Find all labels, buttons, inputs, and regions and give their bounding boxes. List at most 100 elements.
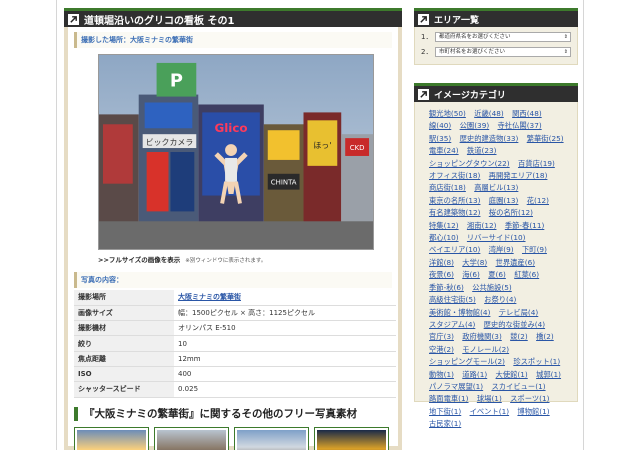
category-link[interactable]: 海(6)	[462, 270, 480, 279]
category-link[interactable]: 近畿(48)	[474, 109, 504, 118]
category-link[interactable]: 競(2)	[510, 332, 528, 341]
category-link[interactable]: 湘南(12)	[467, 221, 497, 230]
category-link[interactable]: 寺社仏閣(37)	[498, 121, 542, 130]
category-link[interactable]: 博物館(1)	[517, 407, 549, 416]
detail-value-link[interactable]: 大阪ミナミの繁華街	[174, 290, 396, 306]
category-link[interactable]: テレビ局(4)	[499, 308, 539, 317]
category-link[interactable]: 官庁(3)	[429, 332, 454, 341]
category-link[interactable]: 球場(1)	[477, 394, 502, 403]
street-scene-image: P ビックカメラ Glico CHINTA ほっ' CKD	[99, 55, 373, 249]
category-link[interactable]: 高層ビル(13)	[474, 183, 518, 192]
image-category-header: イメージカテゴリ	[414, 83, 578, 102]
area-list-panel: エリア一覧 1． 都道府県名をお選びください ⇕ 2． 市町村名をお選びください…	[414, 8, 578, 65]
category-link[interactable]: 季節-秋(6)	[429, 283, 464, 292]
detail-row: 撮影場所 大阪ミナミの繁華街	[74, 290, 396, 306]
category-link[interactable]: パノラマ展望(1)	[429, 382, 483, 391]
category-link[interactable]: ショッピングタウン(22)	[429, 159, 510, 168]
category-link[interactable]: 電車(24)	[429, 146, 459, 155]
detail-key: 絞り	[74, 335, 174, 352]
category-list: 観光地(50) 近畿(48) 関西(48) 線(40) 公園(39) 寺社仏閣(…	[414, 102, 578, 428]
category-link[interactable]: 美術館・博物館(4)	[429, 308, 490, 317]
category-link[interactable]: 季節-春(11)	[505, 221, 545, 230]
image-category-panel: イメージカテゴリ 観光地(50) 近畿(48) 関西(48) 線(40) 公園(…	[414, 83, 578, 428]
category-link[interactable]: 観光地(50)	[429, 109, 466, 118]
city-select[interactable]: 市町村名をお選びください ⇕	[435, 47, 571, 57]
category-link[interactable]: 紅葉(6)	[514, 270, 539, 279]
category-link[interactable]: 庭園(13)	[489, 196, 519, 205]
category-link[interactable]: 繁華街(25)	[527, 134, 564, 143]
city-select-value: 市町村名をお選びください	[439, 49, 506, 55]
category-link[interactable]: 駅(35)	[429, 134, 451, 143]
related-thumbnails	[74, 426, 392, 450]
detail-value: 12mm	[174, 351, 396, 367]
category-link[interactable]: 桜の名所(12)	[489, 208, 533, 217]
related-thumbnail[interactable]	[234, 426, 309, 450]
category-link[interactable]: 珍スポット(1)	[513, 357, 560, 366]
category-link[interactable]: 鉄道(23)	[467, 146, 497, 155]
category-link[interactable]: 都心(10)	[429, 233, 459, 242]
fullsize-link[interactable]: >>フルサイズの画像を表示	[98, 256, 180, 264]
category-link[interactable]: 公共施設(5)	[472, 283, 512, 292]
category-link[interactable]: リバーサイド(10)	[467, 233, 526, 242]
category-link[interactable]: 下町(9)	[522, 245, 547, 254]
category-link[interactable]: イベント(1)	[470, 407, 510, 416]
sign-p-text: P	[170, 71, 183, 92]
category-link[interactable]: ショッピングモール(2)	[429, 357, 505, 366]
select-arrows-icon: ⇕	[563, 34, 568, 40]
category-link[interactable]: 城郭(1)	[536, 370, 561, 379]
select-arrows-icon: ⇕	[563, 49, 568, 55]
sign-ckd-text: CKD	[350, 144, 365, 152]
category-link[interactable]: 線(40)	[429, 121, 451, 130]
detail-row: シャッタースピード 0.025	[74, 381, 396, 398]
category-link[interactable]: モノレール(2)	[462, 345, 509, 354]
category-link[interactable]: 世界遺産(6)	[496, 258, 536, 267]
category-link[interactable]: 歴史的建造物(33)	[460, 134, 519, 143]
arrow-up-right-icon	[418, 88, 429, 100]
category-link[interactable]: 橋(2)	[536, 332, 554, 341]
category-link[interactable]: 再開発エリア(18)	[489, 171, 548, 180]
detail-value: 0.025	[174, 381, 396, 398]
category-link[interactable]: 東京の名所(13)	[429, 196, 480, 205]
category-link[interactable]: スポーツ(1)	[510, 394, 549, 403]
category-link[interactable]: 洋館(8)	[429, 258, 454, 267]
category-link[interactable]: 道路(1)	[462, 370, 487, 379]
category-link[interactable]: ベイエリア(10)	[429, 245, 480, 254]
area-list-header: エリア一覧	[414, 8, 578, 27]
category-link[interactable]: スカイビュー(1)	[491, 382, 545, 391]
category-link[interactable]: 大学(8)	[462, 258, 487, 267]
category-link[interactable]: 特集(12)	[429, 221, 459, 230]
detail-value: 10	[174, 335, 396, 352]
related-thumbnail[interactable]	[314, 426, 389, 450]
category-link[interactable]: 夏(6)	[488, 270, 506, 279]
category-link[interactable]: 高級住宅街(5)	[429, 295, 476, 304]
category-link[interactable]: 夜景(6)	[429, 270, 454, 279]
category-link[interactable]: 百貨店(19)	[518, 159, 555, 168]
category-link[interactable]: 花(12)	[527, 196, 549, 205]
category-link[interactable]: 関西(48)	[512, 109, 542, 118]
sign-glico-text: Glico	[214, 121, 247, 135]
category-link[interactable]: 空港(2)	[429, 345, 454, 354]
detail-key: シャッタースピード	[74, 381, 174, 398]
main-photo[interactable]: P ビックカメラ Glico CHINTA ほっ' CKD	[98, 54, 374, 250]
related-thumbnail[interactable]	[154, 426, 229, 450]
category-link[interactable]: 商店街(18)	[429, 183, 466, 192]
category-link[interactable]: 古民家(1)	[429, 419, 461, 428]
category-link[interactable]: 有名建築物(12)	[429, 208, 480, 217]
category-link[interactable]: 動物(1)	[429, 370, 454, 379]
category-link[interactable]: 湾岸(9)	[489, 245, 514, 254]
photo-details-table: 撮影場所 大阪ミナミの繁華街 画像サイズ 幅：1500ピクセル × 高さ：1125ピク…	[74, 290, 396, 398]
category-link[interactable]: お祭り(4)	[484, 295, 516, 304]
category-link[interactable]: オフィス街(18)	[429, 171, 480, 180]
category-link[interactable]: 公園(39)	[460, 121, 490, 130]
related-thumbnail[interactable]	[74, 426, 149, 450]
category-link[interactable]: 地下街(1)	[429, 407, 461, 416]
prefecture-select[interactable]: 都道府県名をお選びください ⇕	[435, 32, 571, 42]
detail-key: 撮影機材	[74, 320, 174, 337]
category-link[interactable]: 歴史的な街並み(4)	[484, 320, 545, 329]
category-link[interactable]: 路面電車(1)	[429, 394, 469, 403]
category-link[interactable]: 大使館(1)	[496, 370, 528, 379]
sign-bic-text: ビックカメラ	[146, 138, 194, 147]
category-link[interactable]: 政府機関(3)	[462, 332, 502, 341]
category-link[interactable]: スタジアム(4)	[429, 320, 475, 329]
fullsize-note: ※別ウィンドウに表示されます。	[185, 258, 267, 264]
